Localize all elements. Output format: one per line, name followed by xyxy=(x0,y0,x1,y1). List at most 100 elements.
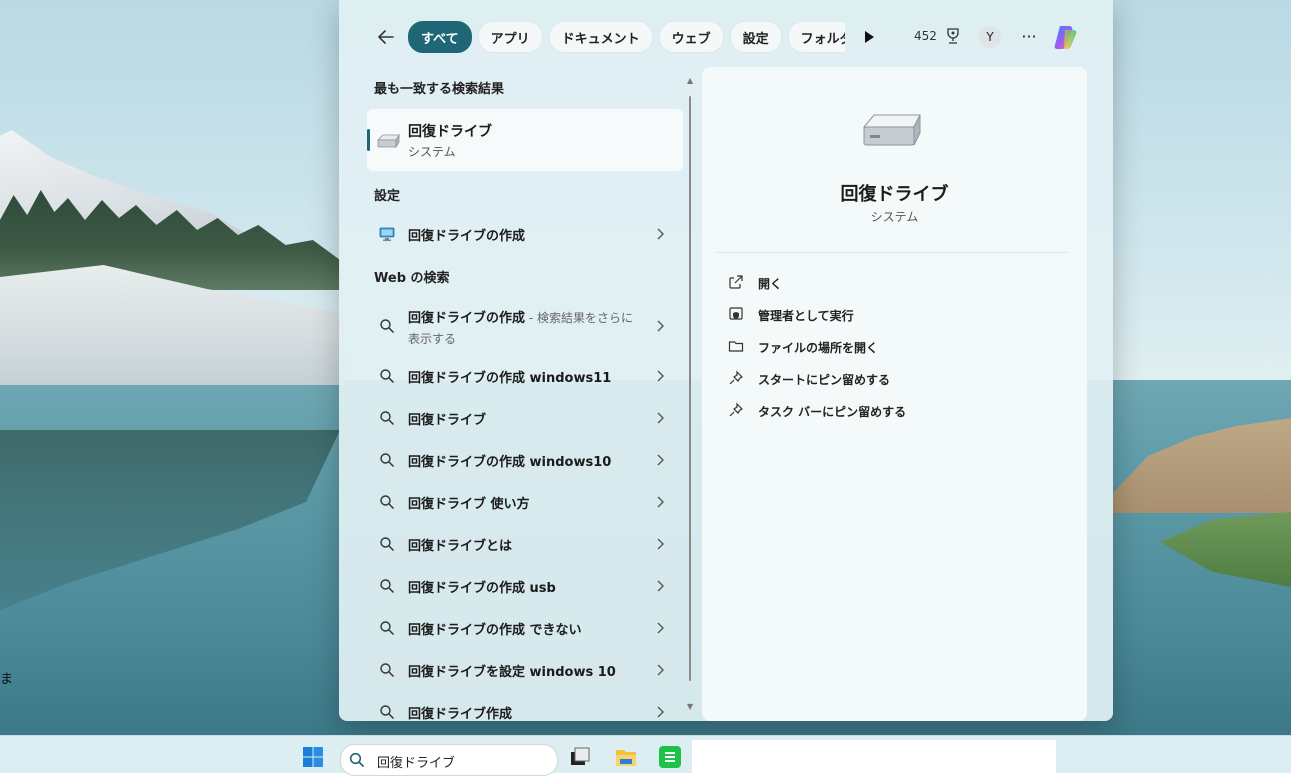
chip-web[interactable]: ウェブ xyxy=(658,21,724,53)
web-result-label: 回復ドライブを設定 windows 10 xyxy=(408,665,616,680)
chip-documents[interactable]: ドキュメント xyxy=(548,21,653,53)
admin-shield-icon xyxy=(729,307,743,320)
back-button[interactable] xyxy=(373,24,399,50)
green-app-icon[interactable] xyxy=(658,745,682,769)
scroll-thumb[interactable] xyxy=(689,96,691,681)
chevron-right-icon xyxy=(657,320,664,332)
copilot-icon[interactable] xyxy=(1052,22,1082,52)
search-icon xyxy=(380,621,395,636)
action-run-as-admin[interactable]: 管理者として実行 xyxy=(728,303,1028,327)
web-result-item[interactable]: 回復ドライブの作成 できない xyxy=(367,608,683,648)
settings-heading: 設定 xyxy=(374,189,401,204)
web-result-query: 回復ドライブの作成 xyxy=(408,311,526,326)
detail-subtitle: システム xyxy=(870,210,919,224)
web-result-label: 回復ドライブ xyxy=(408,413,487,428)
chevron-right-icon xyxy=(657,580,664,592)
search-icon xyxy=(380,453,395,468)
chevron-right-icon xyxy=(657,228,664,240)
web-result-item[interactable]: 回復ドライブの作成 windows10 xyxy=(367,440,683,480)
detail-title: 回復ドライブ xyxy=(840,184,949,205)
hard-drive-icon xyxy=(862,114,921,146)
web-result-item[interactable]: 回復ドライブの作成 - 検索結果をさらに表示する xyxy=(367,300,683,352)
chevron-right-icon xyxy=(657,538,664,550)
search-icon xyxy=(349,752,365,768)
taskbar: 回復ドライブ xyxy=(0,735,1291,776)
web-search-heading: Web の検索 xyxy=(374,271,450,286)
web-result-item[interactable]: 回復ドライブを設定 windows 10 xyxy=(367,650,683,690)
search-icon xyxy=(380,579,395,594)
action-pin-to-start[interactable]: スタートにピン留めする xyxy=(728,367,1028,391)
web-result-item[interactable]: 回復ドライブ 使い方 xyxy=(367,482,683,522)
search-icon xyxy=(380,319,395,334)
search-results-list: 最も一致する検索結果 回復ドライブ システム 設定 回復ドライブの作成 Web … xyxy=(365,68,690,721)
web-result-item[interactable]: 回復ドライブ作成 xyxy=(367,692,683,721)
action-open-file-location[interactable]: ファイルの場所を開く xyxy=(728,335,1028,359)
start-search-panel: すべて アプリ ドキュメント ウェブ 設定 フォルダー 452 Y ··· 最も… xyxy=(339,0,1113,721)
rewards-points: 452 xyxy=(914,29,937,43)
play-right-icon[interactable] xyxy=(861,28,877,46)
best-match-item[interactable]: 回復ドライブ システム xyxy=(367,109,683,171)
chip-all[interactable]: すべて xyxy=(408,21,472,53)
taskbar-search-text: 回復ドライブ xyxy=(377,756,456,771)
scroll-up-arrow-icon[interactable]: ▲ xyxy=(687,76,693,85)
action-open-file-location-label: ファイルの場所を開く xyxy=(758,341,879,355)
search-icon xyxy=(380,705,395,720)
action-run-as-admin-label: 管理者として実行 xyxy=(758,309,854,323)
arrow-left-icon xyxy=(378,30,394,44)
results-scrollbar[interactable]: ▲ ▼ xyxy=(685,76,695,716)
best-match-title: 回復ドライブ xyxy=(408,124,492,140)
chevron-right-icon xyxy=(657,622,664,634)
web-result-label: 回復ドライブとは xyxy=(408,539,513,554)
web-result-label: 回復ドライブの作成 windows10 xyxy=(408,455,612,470)
pin-icon xyxy=(729,370,744,385)
rewards-trophy-icon[interactable] xyxy=(943,26,963,46)
search-icon xyxy=(380,537,395,552)
search-icon xyxy=(380,369,395,384)
search-icon xyxy=(380,495,395,510)
chip-apps[interactable]: アプリ xyxy=(477,21,543,53)
result-detail-pane: 回復ドライブ システム 開く 管理者として実行 ファイルの場所を開く スタートに… xyxy=(702,67,1087,721)
chip-folders[interactable]: フォルダー xyxy=(787,21,845,53)
taskbar-blank-area xyxy=(692,740,1056,773)
chevron-right-icon xyxy=(657,454,664,466)
action-pin-to-taskbar-label: タスク バーにピン留めする xyxy=(758,405,907,419)
web-result-label: 回復ドライブの作成 できない xyxy=(408,623,582,638)
settings-result-label: 回復ドライブの作成 xyxy=(408,229,526,244)
pin-icon xyxy=(729,402,744,417)
file-explorer-icon[interactable] xyxy=(614,745,638,769)
user-avatar[interactable]: Y xyxy=(979,26,1001,48)
web-result-item[interactable]: 回復ドライブの作成 windows11 xyxy=(367,356,683,396)
web-result-label: 回復ドライブの作成 - 検索結果をさらに表示する xyxy=(408,308,638,350)
recovery-settings-icon xyxy=(379,227,395,241)
action-pin-to-taskbar[interactable]: タスク バーにピン留めする xyxy=(728,399,1028,423)
desktop-icon-label-fragment: ま xyxy=(0,672,14,687)
windows-start-icon[interactable] xyxy=(302,746,324,768)
selection-indicator xyxy=(367,129,370,151)
web-result-label: 回復ドライブの作成 windows11 xyxy=(408,371,612,386)
open-external-icon xyxy=(729,275,743,289)
more-options-button[interactable]: ··· xyxy=(1019,26,1039,46)
action-open[interactable]: 開く xyxy=(728,271,1028,295)
chevron-right-icon xyxy=(657,412,664,424)
web-result-label: 回復ドライブ作成 xyxy=(408,707,513,721)
hard-drive-icon xyxy=(377,133,400,149)
scroll-down-arrow-icon[interactable]: ▼ xyxy=(687,702,693,711)
web-result-item[interactable]: 回復ドライブの作成 usb xyxy=(367,566,683,606)
action-pin-to-start-label: スタートにピン留めする xyxy=(758,373,891,387)
folder-icon xyxy=(728,341,744,352)
web-result-item[interactable]: 回復ドライブ xyxy=(367,398,683,438)
task-view-icon[interactable] xyxy=(568,745,592,769)
chevron-right-icon xyxy=(657,664,664,676)
best-match-heading: 最も一致する検索結果 xyxy=(374,82,505,97)
search-filter-bar: すべて アプリ ドキュメント ウェブ 設定 フォルダー 452 Y ··· xyxy=(339,0,1113,68)
web-result-item[interactable]: 回復ドライブとは xyxy=(367,524,683,564)
search-icon xyxy=(380,663,395,678)
web-result-label: 回復ドライブ 使い方 xyxy=(408,497,530,512)
settings-result-item[interactable]: 回復ドライブの作成 xyxy=(367,214,683,254)
taskbar-search-box[interactable]: 回復ドライブ xyxy=(340,744,558,776)
search-icon xyxy=(380,411,395,426)
chevron-right-icon xyxy=(657,370,664,382)
detail-divider xyxy=(717,252,1067,253)
action-open-label: 開く xyxy=(758,277,783,291)
chip-settings[interactable]: 設定 xyxy=(729,21,782,53)
